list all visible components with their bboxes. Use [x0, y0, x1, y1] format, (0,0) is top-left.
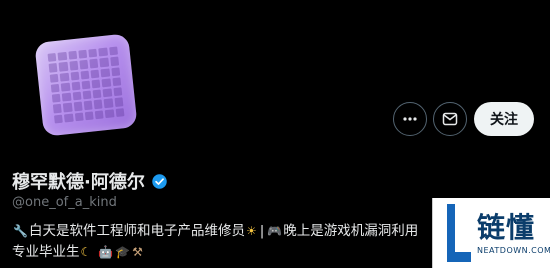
watermark-domain: NEATDOWN.COM	[477, 246, 550, 255]
chip-image	[34, 33, 138, 137]
tools-icon: ⚒	[132, 245, 143, 259]
name-row: 穆罕默德·阿德尔	[12, 168, 168, 194]
verified-badge-icon	[152, 173, 167, 189]
more-button[interactable]	[393, 102, 427, 136]
bio-text-1: 白天是软件工程师和电子产品维修员	[28, 223, 245, 239]
sun-icon: ☀	[245, 224, 257, 238]
bio: 🔧 白天是软件工程师和电子产品维修员 ☀ | 🎮 晚上是游戏机漏洞利用 专业毕业…	[12, 221, 432, 263]
watermark-l-icon	[447, 204, 471, 262]
robot-icon: 🤖	[98, 245, 114, 259]
moon-icon: ☾	[80, 245, 92, 259]
bio-text-2: 晚上是游戏机漏洞利用	[283, 223, 419, 239]
bio-text-3: 专业毕业生	[12, 244, 80, 260]
watermark-logo: 链懂 NEATDOWN.COM	[432, 198, 550, 268]
more-horizontal-icon	[403, 117, 417, 121]
envelope-icon	[442, 112, 458, 126]
profile-page: 关注 穆罕默德·阿德尔 @one_of_a_kind 🔧 白天是软件工程师和电子…	[0, 0, 550, 268]
bio-separator: |	[259, 223, 265, 239]
follow-button[interactable]: 关注	[474, 102, 534, 136]
graduation-cap-icon: 🎓	[115, 245, 131, 259]
gamepad-icon: 🎮	[267, 224, 283, 238]
message-button[interactable]	[433, 102, 467, 136]
bio-line-1: 🔧 白天是软件工程师和电子产品维修员 ☀ | 🎮 晚上是游戏机漏洞利用	[12, 221, 432, 242]
watermark-text: 链懂	[477, 211, 536, 244]
wrench-icon: 🔧	[13, 224, 28, 238]
handle: @one_of_a_kind	[12, 195, 117, 210]
bio-line-2: 专业毕业生 ☾ 🤖 🎓 ⚒	[12, 242, 432, 263]
avatar[interactable]	[12, 20, 146, 154]
display-name: 穆罕默德·阿德尔	[12, 172, 145, 193]
